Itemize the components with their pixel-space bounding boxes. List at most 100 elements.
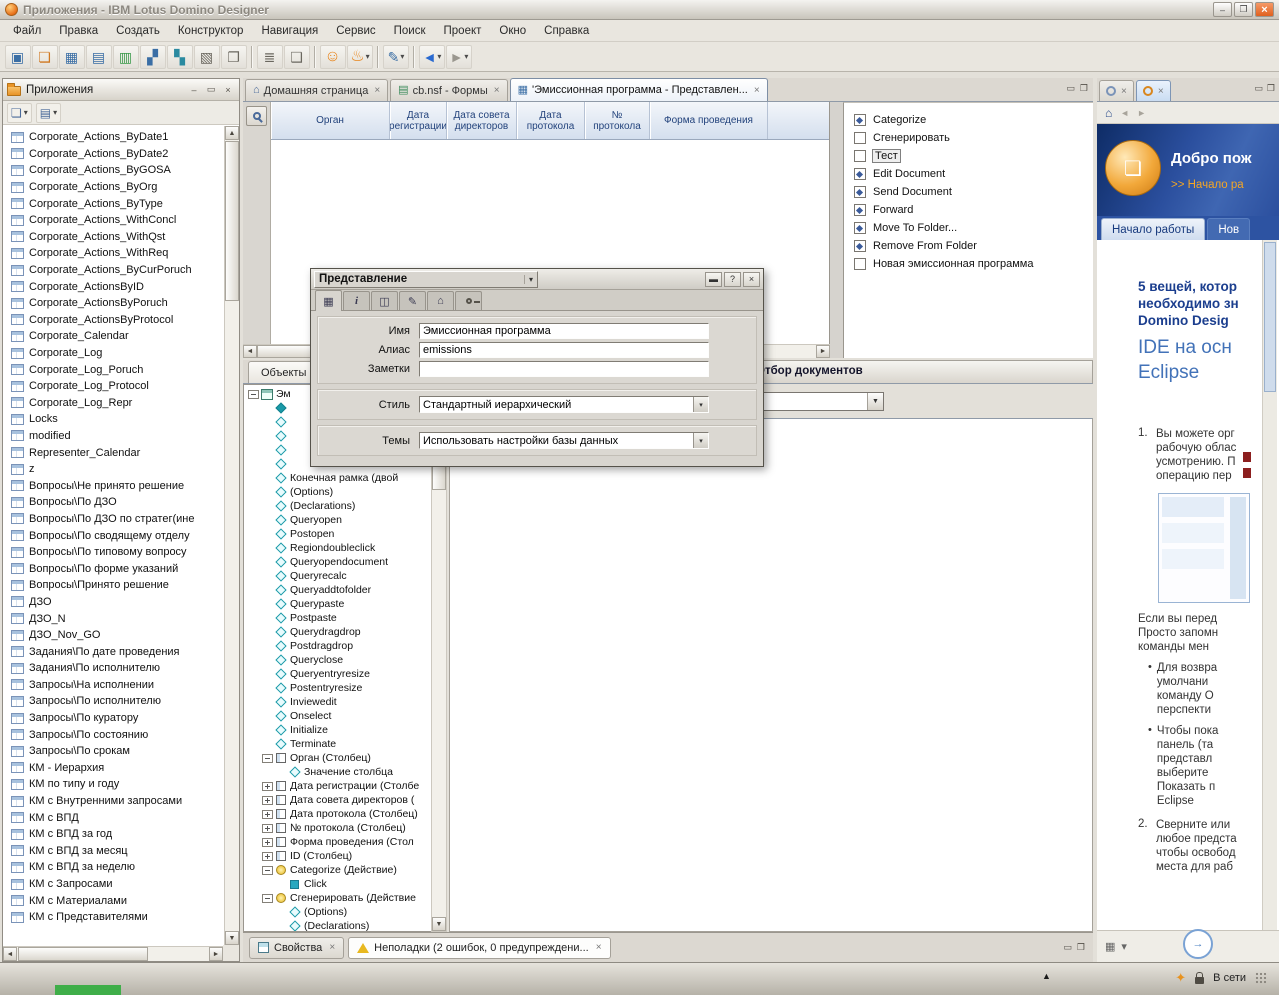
design-icon[interactable]: ✎▾ <box>383 45 409 69</box>
minimize-editor-icon[interactable]: ▭ <box>1066 83 1075 94</box>
document-icon[interactable]: ❑ <box>284 45 310 69</box>
object-tree-item[interactable]: Дата регистрации (Столбе <box>244 779 431 793</box>
forward-icon[interactable]: ► <box>1137 108 1146 118</box>
help-button[interactable]: ? <box>724 272 741 287</box>
object-tree-item[interactable]: Inviewedit <box>244 695 431 709</box>
tree-expander-icon[interactable] <box>262 530 273 539</box>
open-application-icon[interactable]: ❏ <box>32 45 58 69</box>
tree-expander-icon[interactable] <box>276 880 287 889</box>
action-item[interactable]: Categorize <box>844 111 1093 129</box>
preview-notes-icon[interactable]: ☺ <box>320 45 346 69</box>
vertical-scrollbar[interactable]: ▲ ▼ <box>224 126 239 945</box>
view-tree-item[interactable]: КМ с Представителями <box>4 909 223 926</box>
object-tree-item[interactable]: (Options) <box>244 485 431 499</box>
tree-expander-icon[interactable] <box>262 852 273 861</box>
view-tree-item[interactable]: КМ с Внутренними запросами <box>4 793 223 810</box>
tree-expander-icon[interactable] <box>262 642 273 651</box>
object-tree-item[interactable]: № протокола (Столбец) <box>244 821 431 835</box>
view-tree-item[interactable]: Corporate_ActionsByID <box>4 278 223 295</box>
whats-new-tab[interactable]: Нов <box>1207 218 1250 240</box>
view-tree-item[interactable]: Corporate_Actions_WithQst <box>4 229 223 246</box>
chevron-down-icon[interactable]: ▾ <box>693 397 708 412</box>
expand-status-icon[interactable]: ▲ <box>1042 971 1051 981</box>
close-tab-icon[interactable]: × <box>1158 86 1164 97</box>
view-tree-item[interactable]: Corporate_Log <box>4 345 223 362</box>
view-tree-item[interactable]: Вопросы\Не принято решение <box>4 477 223 494</box>
view-tree-item[interactable]: Запросы\По срокам <box>4 743 223 760</box>
tree-expander-icon[interactable] <box>262 698 273 707</box>
view-tree-item[interactable]: Corporate_Actions_ByCurPoruch <box>4 262 223 279</box>
tree-expander-icon[interactable] <box>262 572 273 581</box>
tree-expander-icon[interactable] <box>262 684 273 693</box>
close-tab-icon[interactable]: × <box>1121 86 1127 97</box>
object-tree-item[interactable]: Queryopendocument <box>244 555 431 569</box>
close-tab-icon[interactable]: × <box>494 85 500 96</box>
script-editor-area[interactable] <box>449 418 1093 932</box>
window-minimize-button[interactable]: – <box>1213 2 1232 17</box>
menu-item[interactable]: Правка <box>50 20 107 42</box>
object-tree-item[interactable]: Queryaddtofolder <box>244 583 431 597</box>
tree-expander-icon[interactable] <box>262 712 273 721</box>
view-tree-item[interactable]: Corporate_Actions_ByDate2 <box>4 146 223 163</box>
object-tree-item[interactable]: Queryentryresize <box>244 667 431 681</box>
view-tree-item[interactable]: КМ с Материалами <box>4 892 223 909</box>
view-tree-item[interactable]: Corporate_Actions_ByGOSA <box>4 162 223 179</box>
column-header[interactable]: Дата совета директоров <box>447 102 517 139</box>
maximize-panel-icon[interactable]: ❐ <box>1267 83 1275 94</box>
object-tree-item[interactable]: Onselect <box>244 709 431 723</box>
info-tab[interactable]: i <box>343 291 370 310</box>
basics-tab[interactable]: ▦ <box>315 290 342 311</box>
navigate-forward-icon[interactable]: ►▾ <box>446 45 472 69</box>
view-tree-item[interactable]: ДЗО_N <box>4 610 223 627</box>
tree-expander-icon[interactable] <box>262 586 273 595</box>
action-checkbox[interactable] <box>854 204 866 216</box>
menu-item[interactable]: Справка <box>535 20 598 42</box>
view-tree-item[interactable]: Вопросы\По ДЗО <box>4 494 223 511</box>
view-preview-button[interactable] <box>246 106 267 126</box>
maximize-panel-icon[interactable]: ❐ <box>1077 942 1085 953</box>
editor-tab[interactable]: ▤ cb.nsf - Формы × <box>390 79 507 101</box>
view-tree-item[interactable]: modified <box>4 428 223 445</box>
home-icon[interactable]: ⌂ <box>1105 106 1112 120</box>
alias-input[interactable] <box>419 342 709 358</box>
window-maximize-button[interactable]: ❐ <box>1234 2 1253 17</box>
object-tree-item[interactable]: Конечная рамка (двой <box>244 471 431 485</box>
view-tree-item[interactable]: ДЗО <box>4 594 223 611</box>
welcome-scrollbar[interactable] <box>1262 240 1277 930</box>
name-input[interactable] <box>419 323 709 339</box>
scroll-right-icon[interactable]: ► <box>209 947 223 961</box>
action-item[interactable]: Тест <box>844 147 1093 165</box>
form-icon[interactable]: ▥ <box>113 45 139 69</box>
view-tree-item[interactable]: Corporate_Log_Poruch <box>4 361 223 378</box>
action-checkbox[interactable] <box>854 150 866 162</box>
object-tree-item[interactable]: Click <box>244 877 431 891</box>
window-close-button[interactable]: × <box>1255 2 1274 17</box>
view-tree-item[interactable]: ДЗО_Nov_GO <box>4 627 223 644</box>
security-tab[interactable] <box>455 291 482 310</box>
view-tree-item[interactable]: Задания\По дате проведения <box>4 643 223 660</box>
column-header[interactable]: Дата регистрации <box>390 102 447 139</box>
resize-grip[interactable] <box>1255 972 1267 984</box>
scroll-left-icon[interactable]: ◄ <box>243 345 257 358</box>
online-status[interactable]: В сети <box>1213 972 1246 984</box>
object-tree-item[interactable]: Дата протокола (Столбец) <box>244 807 431 821</box>
scrollbar-thumb[interactable] <box>1264 242 1276 392</box>
editor-tab[interactable]: ▦ 'Эмиссионная программа - Представлен..… <box>510 78 768 101</box>
panel-maximize-button[interactable]: ▭ <box>204 83 218 96</box>
frameset-icon[interactable]: ❐ <box>221 45 247 69</box>
back-icon[interactable]: ◄ <box>1120 108 1129 118</box>
view-tree-item[interactable]: КМ с Запросами <box>4 876 223 893</box>
tree-expander-icon[interactable] <box>262 866 273 875</box>
editor-tab[interactable]: ⌂ Домашняя страница × <box>245 79 388 101</box>
welcome-subtitle-link[interactable]: >> Начало ра <box>1171 179 1244 191</box>
panel-close-button[interactable]: × <box>221 83 235 96</box>
action-checkbox[interactable] <box>854 258 866 270</box>
view-icon[interactable]: ▤ <box>86 45 112 69</box>
view-tree-item[interactable]: КМ с ВПД за неделю <box>4 859 223 876</box>
object-tree-item[interactable]: Queryrecalc <box>244 569 431 583</box>
tree-expander-icon[interactable] <box>262 404 273 413</box>
menu-item[interactable]: Создать <box>107 20 169 42</box>
view-tree-item[interactable]: Запросы\По куратору <box>4 710 223 727</box>
action-checkbox[interactable] <box>854 168 866 180</box>
close-tab-icon[interactable]: × <box>374 85 380 96</box>
